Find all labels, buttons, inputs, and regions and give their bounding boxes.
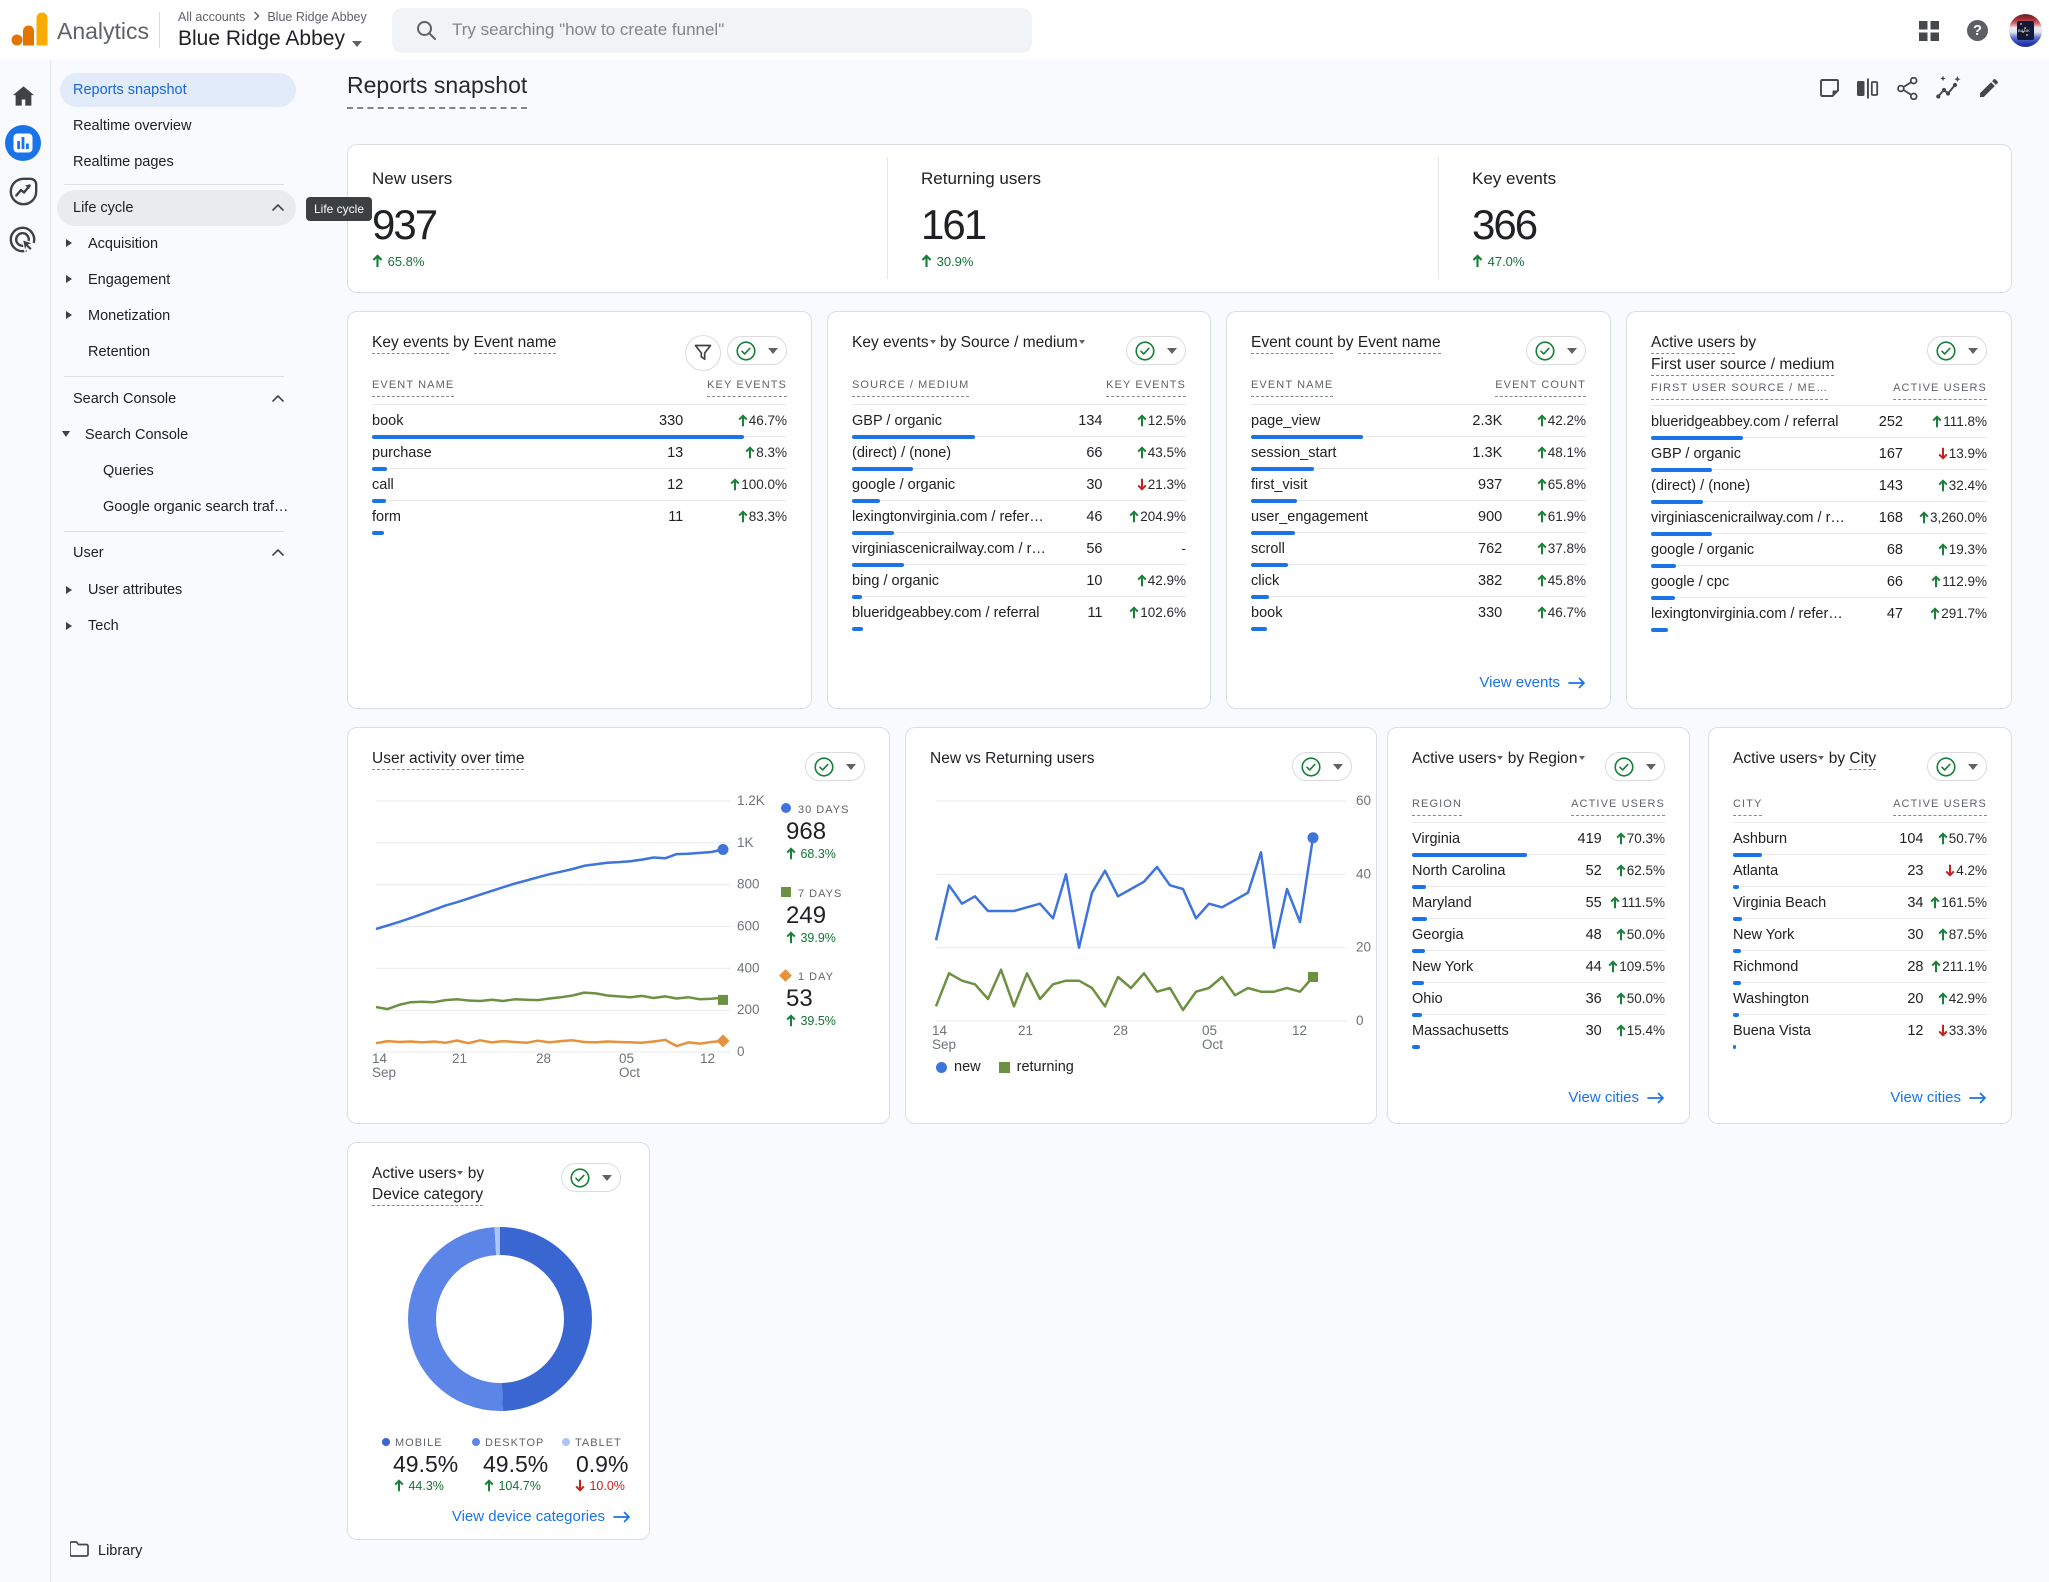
svg-text:20: 20 <box>1356 940 1371 955</box>
svg-text:21: 21 <box>1018 1023 1033 1038</box>
svg-text:1.2K: 1.2K <box>737 793 765 808</box>
svg-text:14: 14 <box>932 1023 948 1038</box>
svg-text:400: 400 <box>737 960 760 975</box>
svg-text:14: 14 <box>372 1051 388 1066</box>
svg-text:Oct: Oct <box>1202 1037 1223 1052</box>
svg-text:0: 0 <box>1356 1013 1364 1028</box>
svg-text:1K: 1K <box>737 835 754 850</box>
svg-text:60: 60 <box>1356 793 1371 808</box>
svg-text:05: 05 <box>1202 1023 1217 1038</box>
svg-text:Oct: Oct <box>619 1065 640 1080</box>
svg-text:0: 0 <box>737 1044 745 1059</box>
svg-text:28: 28 <box>1113 1023 1128 1038</box>
svg-text:12: 12 <box>1292 1023 1307 1038</box>
svg-text:Sep: Sep <box>932 1037 956 1052</box>
svg-text:600: 600 <box>737 919 760 934</box>
svg-text:21: 21 <box>452 1051 467 1066</box>
svg-text:800: 800 <box>737 877 760 892</box>
svg-text:Sep: Sep <box>372 1065 396 1080</box>
svg-text:200: 200 <box>737 1002 760 1017</box>
svg-text:28: 28 <box>536 1051 551 1066</box>
svg-text:40: 40 <box>1356 866 1371 881</box>
svg-text:12: 12 <box>700 1051 715 1066</box>
svg-text:05: 05 <box>619 1051 634 1066</box>
